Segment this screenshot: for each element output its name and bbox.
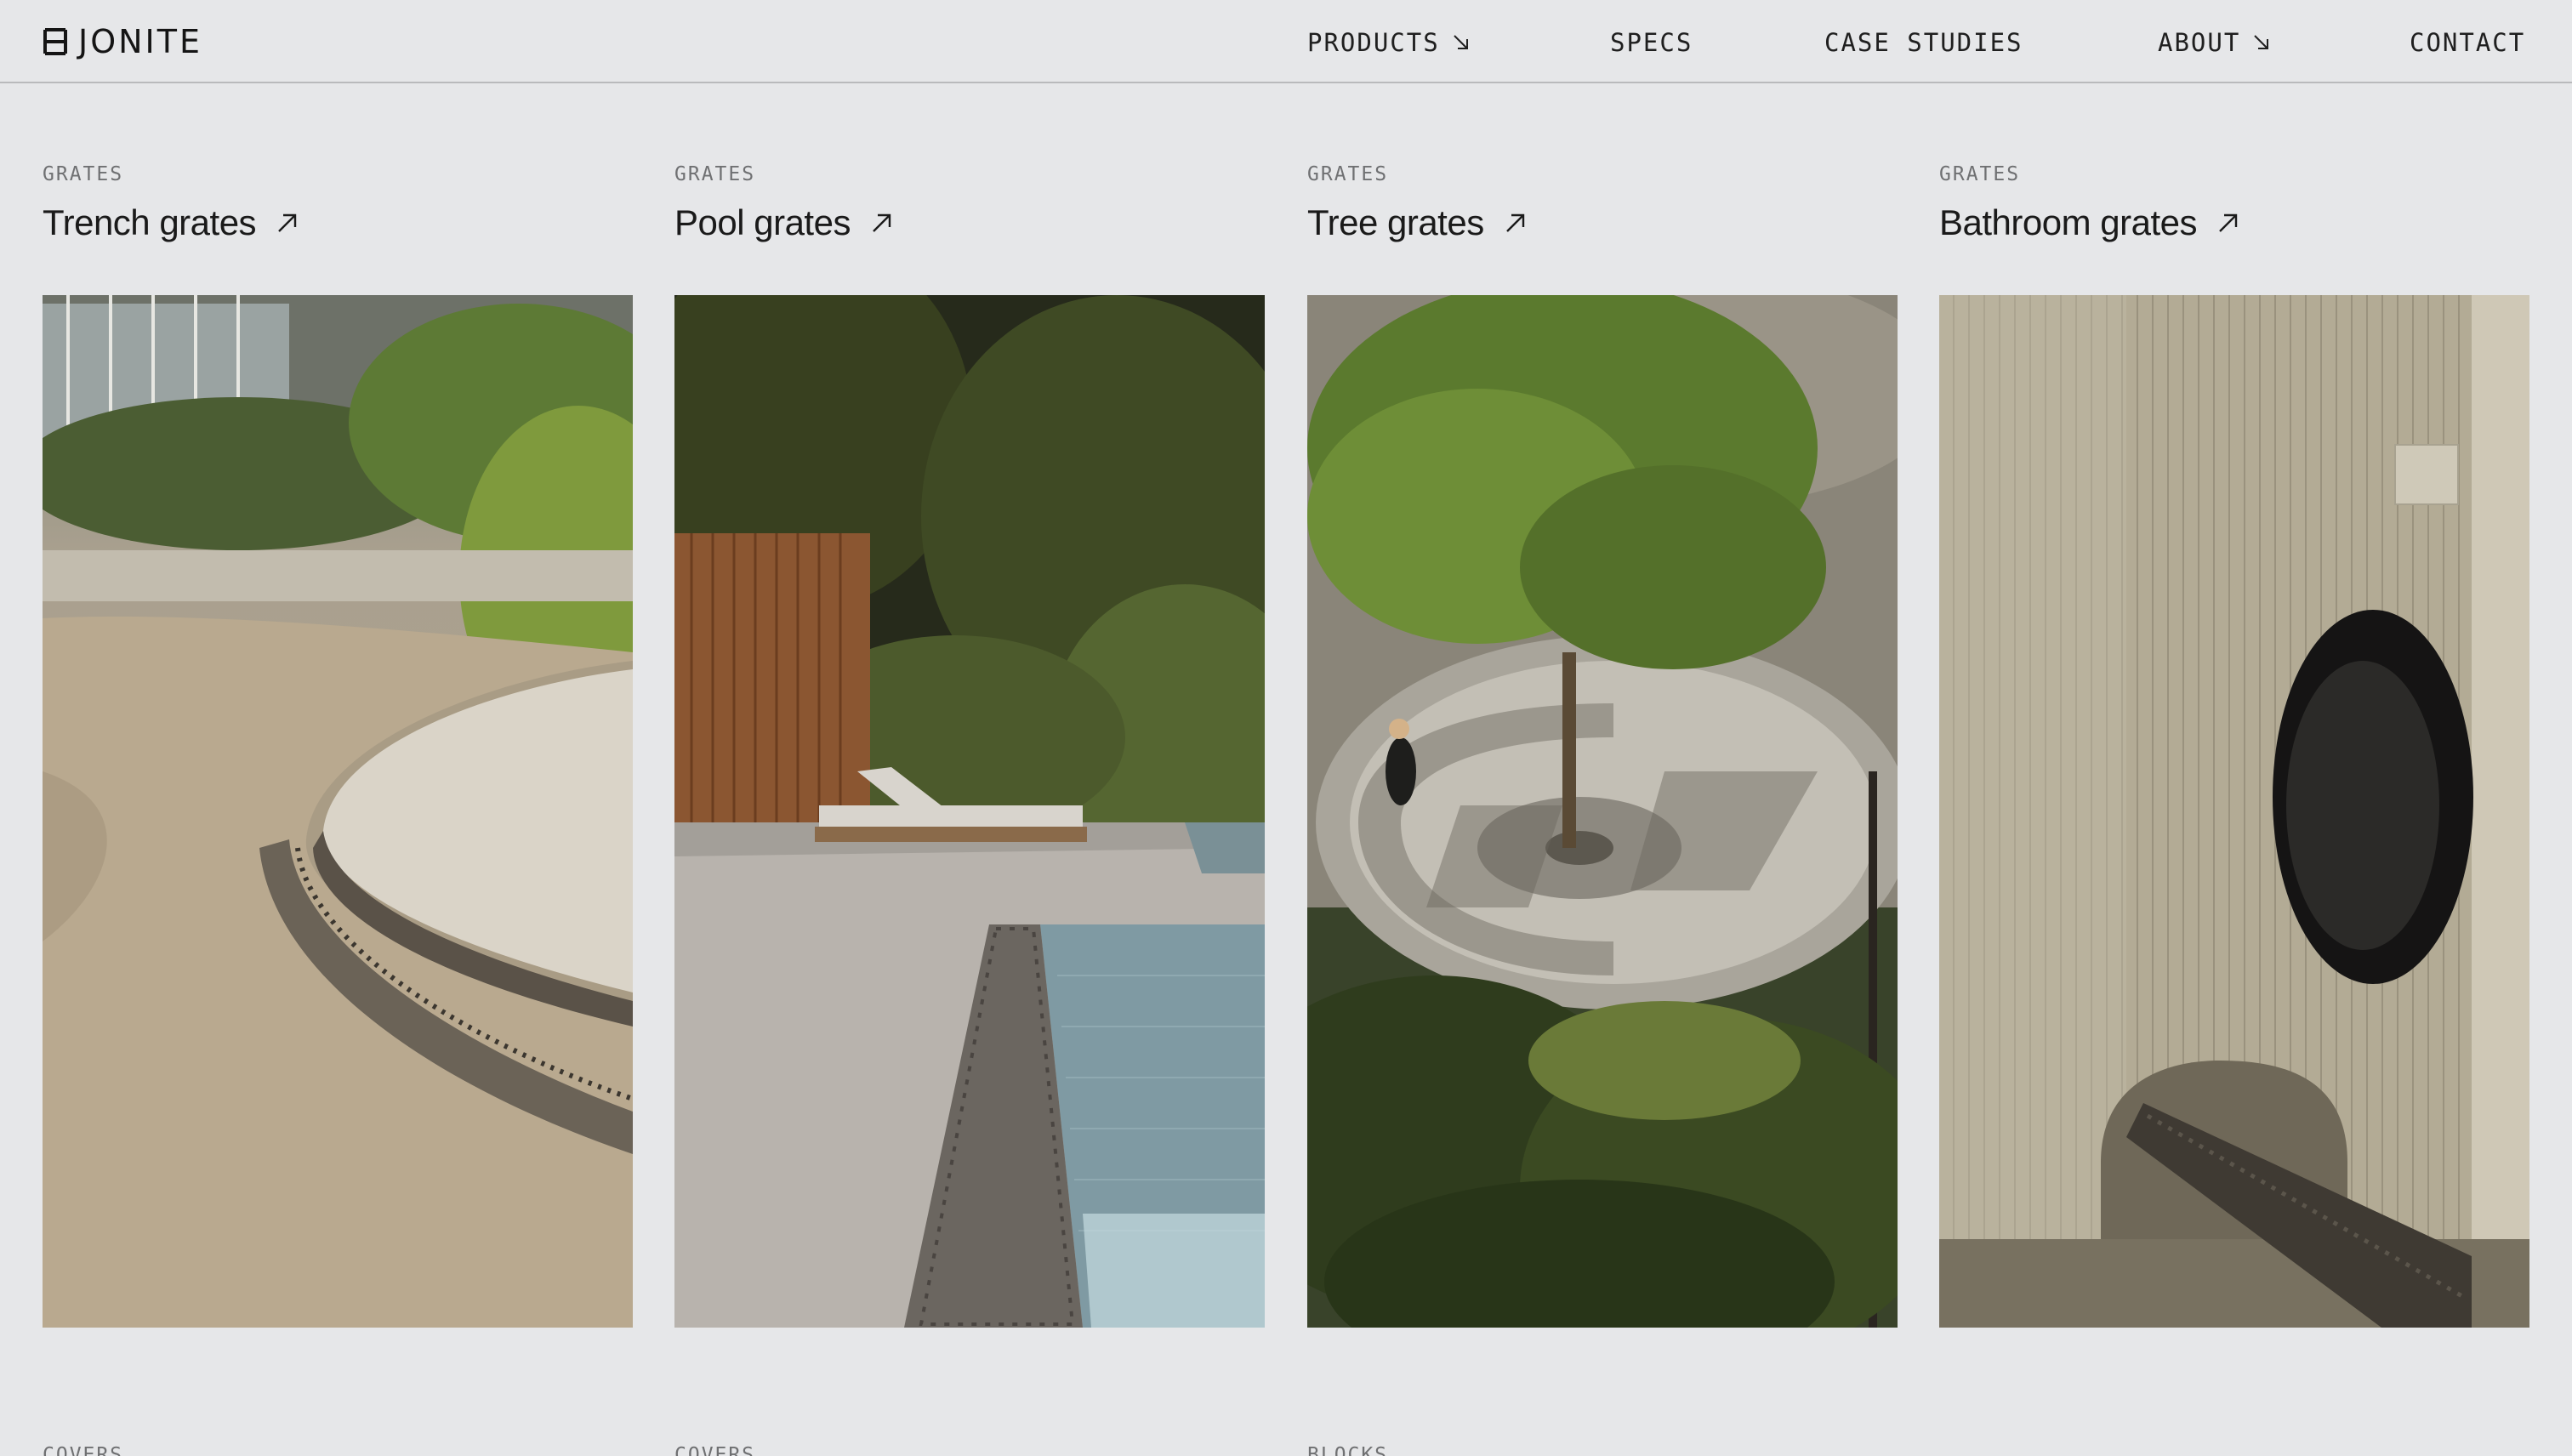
card-title: Pool grates	[674, 202, 851, 242]
brand-logo[interactable]: JONITE	[43, 22, 202, 61]
next-row-category: BLOCKS	[1307, 1444, 1389, 1456]
card-title-link[interactable]: Pool grates	[674, 202, 895, 243]
trench-grate-image[interactable]	[43, 295, 633, 1328]
card-title-link[interactable]: Bathroom grates	[1939, 202, 2241, 243]
nav-contact[interactable]: CONTACT	[2410, 26, 2525, 60]
arrow-down-right-icon	[2254, 35, 2269, 49]
arrow-up-right-icon	[873, 213, 891, 232]
arrow-up-right-icon	[2219, 213, 2238, 232]
bathroom-grate-image[interactable]	[1939, 295, 2529, 1328]
pool-grate-photo	[674, 295, 1265, 1328]
jonite-logo-icon	[43, 28, 67, 55]
card-title: Tree grates	[1307, 202, 1484, 242]
bathroom-grate-photo	[1939, 295, 2529, 1328]
nav-case-studies[interactable]: CASE STUDIES	[1824, 26, 2023, 60]
product-card-pool-grates: GRATES Pool grates	[674, 162, 1265, 1328]
card-title: Trench grates	[43, 202, 257, 242]
product-card-bathroom-grates: GRATES Bathroom grates	[1939, 162, 2529, 1328]
arrow-up-right-icon	[278, 213, 297, 232]
next-row-category: COVERS	[674, 1444, 756, 1456]
card-title-link[interactable]: Tree grates	[1307, 202, 1528, 243]
card-category: GRATES	[1307, 163, 1389, 185]
nav-about[interactable]: ABOUT	[2158, 26, 2271, 60]
product-card-trench-grates: GRATES Trench grates	[43, 162, 633, 1328]
nav-contact-label: CONTACT	[2410, 28, 2526, 57]
tree-grate-image[interactable]	[1307, 295, 1898, 1328]
product-card-tree-grates: GRATES Tree grates	[1307, 162, 1898, 1328]
nav-products[interactable]: PRODUCTS	[1307, 26, 1471, 60]
brand-name: JONITE	[78, 23, 202, 60]
card-category: GRATES	[674, 163, 756, 185]
next-row-category: COVERS	[43, 1444, 124, 1456]
nav-about-label: ABOUT	[2158, 28, 2241, 57]
site-header: JONITE PRODUCTS SPECS CASE STUDIES ABOUT…	[0, 0, 2572, 83]
card-title: Bathroom grates	[1939, 202, 2198, 242]
card-title-link[interactable]: Trench grates	[43, 202, 300, 243]
card-category: GRATES	[1939, 163, 2021, 185]
card-category: GRATES	[43, 163, 124, 185]
tree-grate-photo	[1307, 295, 1898, 1328]
nav-specs[interactable]: SPECS	[1610, 26, 1693, 60]
nav-products-label: PRODUCTS	[1307, 28, 1440, 57]
arrow-up-right-icon	[1505, 213, 1524, 232]
nav-case-studies-label: CASE STUDIES	[1824, 28, 2023, 57]
nav-specs-label: SPECS	[1610, 28, 1693, 57]
pool-grate-image[interactable]	[674, 295, 1265, 1328]
arrow-down-right-icon	[1453, 35, 1468, 49]
trench-grate-photo	[43, 295, 633, 1328]
